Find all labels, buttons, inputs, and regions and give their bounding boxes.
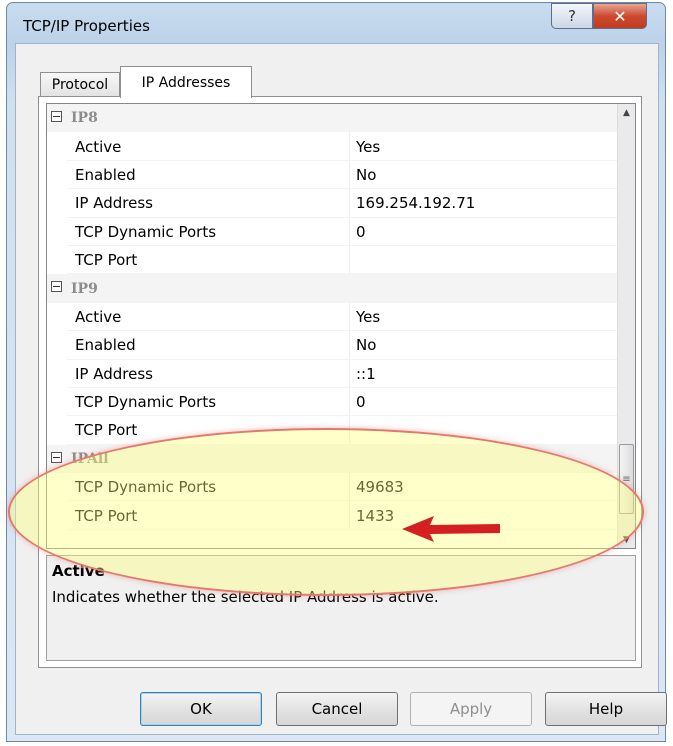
property-value[interactable]: 0 (349, 217, 366, 246)
section-name: IPAll (71, 450, 109, 467)
property-name: TCP Dynamic Ports (75, 478, 217, 497)
collapse-icon[interactable] (51, 111, 62, 122)
property-value[interactable]: 0 (349, 387, 366, 417)
property-name: Active (75, 307, 122, 326)
scroll-up-icon[interactable]: ▲ (618, 104, 635, 121)
collapse-icon[interactable] (51, 451, 62, 463)
property-row[interactable]: Enabled No (47, 331, 618, 360)
property-value[interactable]: Yes (349, 302, 380, 332)
close-button[interactable]: ✕ (593, 3, 647, 29)
property-name: TCP Port (75, 506, 138, 525)
property-value[interactable]: No (349, 331, 376, 360)
property-row[interactable]: TCP Port 1433 (47, 501, 618, 531)
property-name: Active (75, 137, 122, 156)
collapse-icon[interactable] (51, 281, 62, 293)
scroll-thumb[interactable]: ≡ (619, 444, 634, 514)
description-box: Active Indicates whether the selected IP… (46, 555, 636, 661)
property-name: IP Address (75, 364, 153, 383)
section-name: IP8 (71, 110, 98, 127)
property-name: TCP Port (75, 421, 138, 440)
section-ip8[interactable]: IP8 (47, 104, 618, 133)
property-value[interactable]: 49683 (349, 473, 404, 502)
cancel-button[interactable]: Cancel (276, 692, 398, 726)
close-icon: ✕ (613, 6, 627, 26)
section-ip9[interactable]: IP9 (47, 274, 618, 303)
property-row[interactable]: TCP Port (47, 416, 618, 446)
apply-button[interactable]: Apply (410, 692, 532, 726)
property-row[interactable]: Enabled No (47, 160, 618, 190)
tab-protocol-label: Protocol (51, 76, 109, 93)
tab-protocol[interactable]: Protocol (40, 72, 120, 96)
property-row[interactable]: IP Address 169.254.192.71 (47, 189, 618, 218)
property-row[interactable]: TCP Dynamic Ports 0 (47, 387, 618, 417)
property-value[interactable] (349, 245, 356, 275)
ok-button[interactable]: OK (140, 692, 262, 726)
tab-panel: IP8 Active Yes Enabled No IP Address 169.254.1… (38, 96, 642, 668)
vertical-scrollbar[interactable]: ▲ ≡ ▼ (617, 104, 635, 548)
property-name: TCP Port (75, 251, 138, 270)
property-row[interactable]: Active Yes (47, 302, 618, 332)
property-rows: IP8 Active Yes Enabled No IP Address 169.254.1… (47, 104, 618, 531)
question-icon: ? (568, 7, 576, 25)
property-value[interactable]: ::1 (349, 359, 376, 388)
help-title-button[interactable]: ? (551, 3, 593, 29)
property-name: Enabled (75, 336, 136, 355)
property-name: TCP Dynamic Ports (75, 393, 217, 412)
dialog-window: TCP/IP Properties ? ✕ Protocol IP Addres… (6, 2, 667, 742)
property-name: IP Address (75, 194, 153, 213)
section-ipall[interactable]: IPAll (47, 444, 618, 474)
dialog-client-area: Protocol IP Addresses IP8 Active Yes Enable… (15, 43, 667, 735)
property-value[interactable]: 169.254.192.71 (349, 189, 475, 218)
description-title: Active (52, 562, 105, 580)
property-row[interactable]: IP Address::1 (47, 359, 618, 389)
property-value[interactable]: 1433 (349, 501, 394, 530)
property-value[interactable]: No (349, 160, 376, 190)
window-title: TCP/IP Properties (23, 17, 150, 35)
tab-ip-addresses-label: IP Addresses (141, 74, 231, 91)
property-row[interactable]: Active Yes (47, 132, 618, 162)
grip-icon: ≡ (622, 473, 631, 485)
help-button[interactable]: Help (545, 692, 667, 726)
section-name: IP9 (71, 280, 98, 297)
property-value[interactable] (349, 416, 356, 445)
property-name: TCP Dynamic Ports (75, 222, 217, 241)
property-row[interactable]: TCP Dynamic Ports 49683 (47, 473, 618, 502)
property-row[interactable]: TCP Port (47, 245, 618, 275)
property-name: Enabled (75, 165, 136, 184)
title-bar[interactable]: TCP/IP Properties ? ✕ (7, 3, 665, 45)
property-value[interactable]: Yes (349, 132, 380, 161)
description-text: Indicates whether the selected IP Addres… (52, 588, 439, 606)
property-grid: IP8 Active Yes Enabled No IP Address 169.254.1… (46, 103, 636, 549)
property-row[interactable]: TCP Dynamic Ports 0 (47, 217, 618, 247)
tab-ip-addresses[interactable]: IP Addresses (120, 66, 252, 98)
scroll-down-icon[interactable]: ▼ (618, 531, 635, 548)
